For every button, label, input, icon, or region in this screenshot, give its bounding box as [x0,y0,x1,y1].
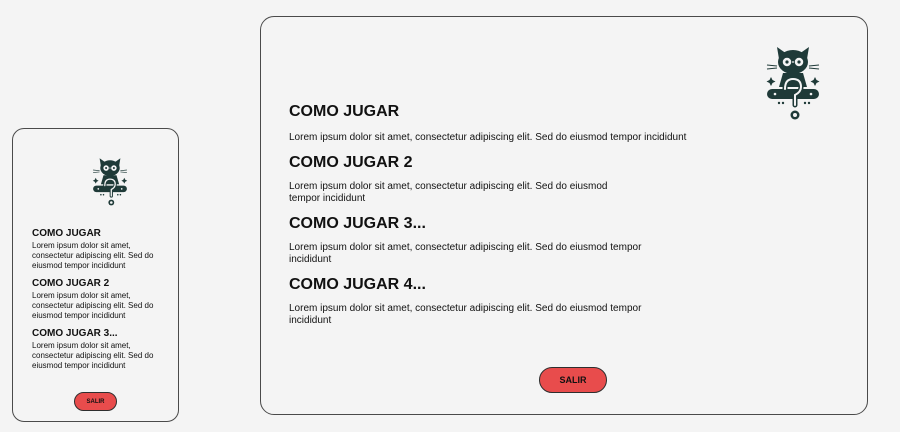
instruction-section: COMO JUGAR Lorem ipsum dolor sit amet, c… [32,228,172,271]
section-title: COMO JUGAR 4... [289,276,426,293]
exit-button[interactable]: SALIR [539,367,607,393]
section-title: COMO JUGAR [32,228,101,239]
exit-button[interactable]: SALIR [74,392,117,411]
section-title: COMO JUGAR 3... [289,215,426,232]
desktop-screen: COMO JUGAR Lorem ipsum dolor sit amet, c… [260,16,868,415]
instructions-list: COMO JUGAR Lorem ipsum dolor sit amet, c… [289,103,749,327]
cat-question-icon [765,45,821,125]
section-title: COMO JUGAR 2 [289,154,413,171]
instruction-section: COMO JUGAR 2 Lorem ipsum dolor sit amet,… [289,154,749,205]
section-text: Lorem ipsum dolor sit amet, consectetur … [289,242,642,265]
section-text: Lorem ipsum dolor sit amet, consectetur … [32,291,154,320]
section-text: Lorem ipsum dolor sit amet, consectetur … [289,303,642,326]
mobile-screen: COMO JUGAR Lorem ipsum dolor sit amet, c… [12,128,179,422]
section-title: COMO JUGAR 3... [32,328,118,339]
section-text: Lorem ipsum dolor sit amet, consectetur … [289,132,687,143]
section-title: COMO JUGAR 2 [32,278,110,289]
section-text: Lorem ipsum dolor sit amet, consectetur … [32,341,154,370]
instruction-section: COMO JUGAR 2 Lorem ipsum dolor sit amet,… [32,278,172,321]
section-title: COMO JUGAR [289,103,400,120]
instruction-section: COMO JUGAR 3... Lorem ipsum dolor sit am… [289,215,749,266]
instruction-section: COMO JUGAR 3... Lorem ipsum dolor sit am… [32,328,172,371]
instruction-section: COMO JUGAR Lorem ipsum dolor sit amet, c… [289,103,749,144]
instructions-list: COMO JUGAR Lorem ipsum dolor sit amet, c… [32,228,172,371]
section-text: Lorem ipsum dolor sit amet, consectetur … [32,241,154,270]
cat-question-icon [91,157,129,209]
section-text: Lorem ipsum dolor sit amet, consectetur … [289,181,608,204]
instruction-section: COMO JUGAR 4... Lorem ipsum dolor sit am… [289,276,749,327]
